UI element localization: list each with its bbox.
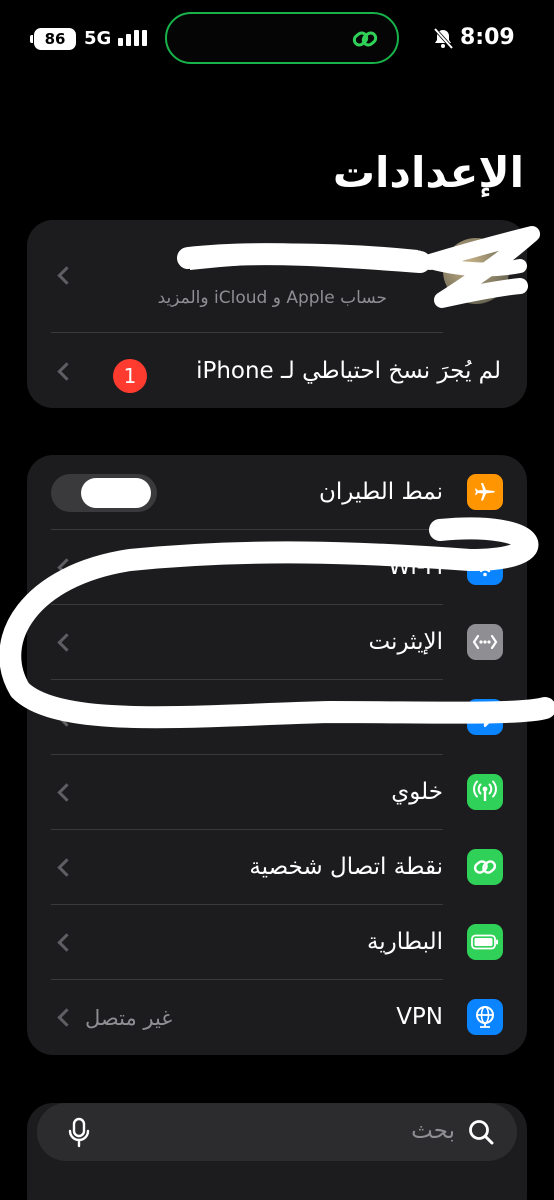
vpn-label: VPN	[396, 1004, 443, 1030]
wifi-icon	[467, 549, 503, 585]
wifi-row[interactable]: Wi-Fi	[27, 530, 527, 605]
chevron-left-icon	[57, 710, 67, 726]
battery-label: البطارية	[366, 929, 443, 955]
airplane-icon	[467, 474, 503, 510]
chevron-left-icon	[57, 268, 67, 284]
chevron-left-icon	[57, 560, 67, 576]
page-title: الإعدادات	[332, 148, 524, 197]
hotspot-link-icon	[352, 31, 378, 47]
search-icon	[469, 1120, 494, 1145]
cellular-label: خلوي	[391, 779, 443, 805]
notification-badge: 1	[113, 359, 147, 393]
silent-bell-icon	[433, 27, 454, 49]
airplane-mode-toggle[interactable]	[51, 474, 157, 512]
avatar	[443, 238, 509, 304]
chevron-left-icon	[57, 1010, 67, 1026]
battery-indicator: 86	[30, 28, 76, 50]
account-subtitle: حساب Apple و iCloud والمزيد	[157, 288, 387, 308]
search-bar[interactable]: بحث	[37, 1103, 517, 1161]
backup-label: لم يُجرَ نسخ احتياطي لـ iPhone	[196, 358, 501, 384]
bluetooth-icon	[467, 699, 503, 735]
clock: 8:09	[460, 25, 515, 50]
chevron-left-icon	[57, 364, 67, 380]
signal-bars-icon	[118, 30, 147, 46]
hotspot-icon	[467, 849, 503, 885]
connectivity-card: نمط الطيران Wi-Fi الإيثرنت خلوي نقطة اتص…	[27, 455, 527, 1055]
chevron-left-icon	[57, 635, 67, 651]
vpn-status: غير متصل	[85, 1006, 173, 1030]
account-name: A	[408, 246, 427, 274]
battery-icon	[467, 924, 503, 960]
chevron-left-icon	[57, 935, 67, 951]
battery-row[interactable]: البطارية	[27, 905, 527, 980]
status-bar: 86 5G 8:09	[0, 0, 554, 76]
microphone-icon[interactable]	[67, 1117, 91, 1149]
apple-account-row[interactable]: A حساب Apple و iCloud والمزيد	[27, 220, 527, 333]
chevron-left-icon	[57, 785, 67, 801]
dynamic-island[interactable]	[165, 12, 399, 64]
chevron-left-icon	[57, 860, 67, 876]
airplane-mode-row[interactable]: نمط الطيران	[27, 455, 527, 530]
vpn-globe-icon	[467, 999, 503, 1035]
network-type: 5G	[84, 28, 112, 49]
vpn-row[interactable]: غير متصل VPN	[27, 980, 527, 1055]
cellular-row[interactable]: خلوي	[27, 755, 527, 830]
wifi-label: Wi-Fi	[388, 554, 443, 580]
account-card: A حساب Apple و iCloud والمزيد 1 لم يُجرَ…	[27, 220, 527, 408]
ethernet-row[interactable]: الإيثرنت	[27, 605, 527, 680]
airplane-mode-label: نمط الطيران	[318, 479, 443, 505]
bluetooth-row[interactable]	[27, 680, 527, 755]
hotspot-label: نقطة اتصال شخصية	[249, 854, 443, 880]
cellular-icon	[467, 774, 503, 810]
hotspot-row[interactable]: نقطة اتصال شخصية	[27, 830, 527, 905]
search-input[interactable]: بحث	[411, 1118, 455, 1144]
ethernet-label: الإيثرنت	[368, 629, 443, 655]
ethernet-icon	[467, 624, 503, 660]
